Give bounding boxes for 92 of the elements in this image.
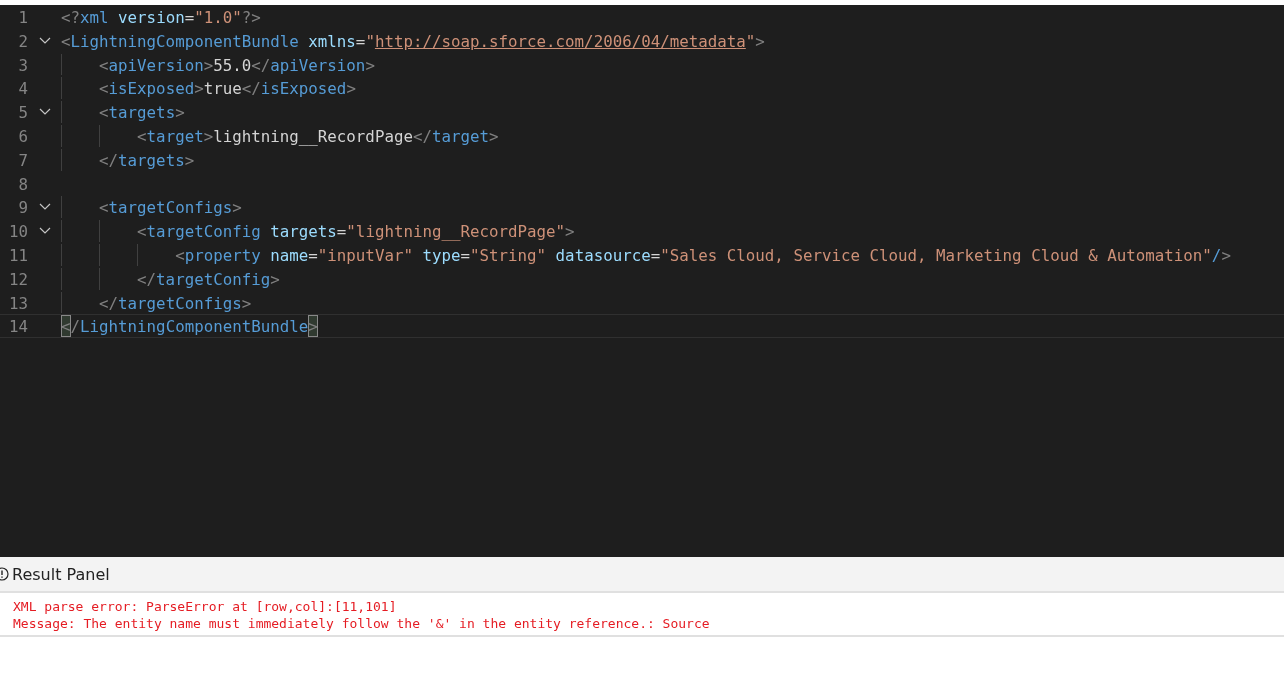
code-token: > bbox=[241, 292, 252, 314]
code-token: / bbox=[1211, 244, 1222, 266]
error-message: Message: The entity name must immediately follow the '&' in the entity reference.: Source bbox=[13, 615, 711, 632]
code-token: </ bbox=[241, 78, 261, 100]
code-token: name bbox=[269, 244, 309, 266]
code-token: version bbox=[117, 7, 185, 28]
code-token: > bbox=[203, 54, 214, 76]
code-token: target bbox=[431, 126, 490, 147]
code-token: type bbox=[421, 244, 461, 266]
code-token: targetConfigs bbox=[108, 197, 233, 219]
code-token: = bbox=[308, 244, 318, 266]
code-token: <? bbox=[61, 7, 81, 28]
line-number: 10 bbox=[7, 221, 28, 242]
line-number: 5 bbox=[17, 102, 28, 123]
code-token: < bbox=[98, 102, 109, 123]
code-token: targetConfigs bbox=[118, 292, 242, 314]
code-token: LightningComponentBundle bbox=[80, 316, 309, 338]
code-token: " bbox=[745, 30, 756, 52]
code-token: > bbox=[565, 221, 575, 242]
code-token: </ bbox=[251, 54, 271, 76]
line-number: 8 bbox=[17, 173, 28, 195]
code-token: > bbox=[365, 54, 375, 76]
panel-title: Result Panel bbox=[12, 564, 110, 584]
code-token: lightning__RecordPage bbox=[213, 126, 413, 147]
code-token: targetConfig bbox=[156, 268, 271, 290]
code-token: 55.0 bbox=[213, 54, 252, 76]
code-token: true bbox=[203, 78, 242, 100]
code-token: http://soap.sforce.com/2006/04/metadata bbox=[374, 30, 746, 52]
fold-chevron-icon[interactable] bbox=[38, 108, 51, 117]
code-token: </ bbox=[98, 292, 119, 314]
line-number: 2 bbox=[17, 30, 28, 52]
code-token: > bbox=[184, 149, 195, 171]
code-token: "inputVar" bbox=[317, 244, 413, 266]
line-number: 4 bbox=[17, 78, 28, 100]
fold-chevron-icon[interactable] bbox=[38, 203, 51, 212]
code-token: > bbox=[346, 78, 356, 100]
code-token: < bbox=[174, 244, 185, 266]
code-token: = bbox=[650, 244, 661, 266]
code-token: isExposed bbox=[108, 78, 195, 100]
code-token: > bbox=[175, 102, 185, 123]
error-message: XML parse error: ParseError at [row,col]:[11,101] bbox=[13, 598, 398, 615]
code-token: targets bbox=[118, 149, 185, 171]
code-token: > bbox=[1221, 244, 1231, 266]
code-token: = bbox=[184, 7, 195, 28]
code-token: = bbox=[355, 30, 366, 52]
code-token: targets bbox=[269, 221, 337, 242]
code-token: xml bbox=[80, 7, 109, 28]
line-number: 3 bbox=[17, 54, 28, 76]
code-token: > bbox=[489, 126, 499, 147]
line-number: 6 bbox=[17, 126, 28, 147]
code-token: targets bbox=[108, 102, 176, 123]
code-token: > bbox=[194, 78, 204, 100]
code-token: < bbox=[136, 221, 147, 242]
code-token: / bbox=[70, 316, 81, 338]
code-token: > bbox=[232, 197, 242, 219]
code-token: </ bbox=[136, 268, 157, 290]
code-token: > bbox=[755, 30, 765, 52]
code-token: " bbox=[365, 30, 375, 52]
code-token: ?> bbox=[241, 7, 261, 28]
code-token: < bbox=[61, 30, 71, 52]
code-token: targetConfig bbox=[146, 221, 261, 242]
code-token: < bbox=[136, 126, 147, 147]
code-token: "lightning__RecordPage" bbox=[346, 221, 566, 242]
line-number: 1 bbox=[17, 7, 28, 28]
code-token: > bbox=[203, 126, 214, 147]
code-token: "String" bbox=[470, 244, 547, 266]
code-token: = bbox=[336, 221, 347, 242]
line-number: 9 bbox=[17, 197, 28, 219]
code-token: = bbox=[460, 244, 470, 266]
code-token: datasource bbox=[554, 244, 651, 266]
code-token: target bbox=[146, 126, 204, 147]
fold-chevron-icon[interactable] bbox=[38, 227, 51, 236]
line-number: 12 bbox=[7, 268, 28, 290]
code-token: "1.0" bbox=[194, 7, 242, 28]
fold-chevron-icon[interactable] bbox=[38, 36, 51, 45]
code-token: isExposed bbox=[260, 78, 347, 100]
code-token: "Sales Cloud, Service Cloud, Marketing Cloud & Automation" bbox=[660, 244, 1212, 266]
line-number: 7 bbox=[17, 149, 28, 171]
line-number: 14 bbox=[7, 316, 28, 338]
code-token: LightningComponentBundle bbox=[70, 30, 299, 52]
code-token: < bbox=[98, 54, 109, 76]
code-token: </ bbox=[412, 126, 432, 147]
code-token: apiVersion bbox=[108, 54, 204, 76]
line-number: 13 bbox=[7, 292, 28, 314]
code-token: > bbox=[270, 268, 280, 290]
code-token: xmlns bbox=[307, 30, 356, 52]
code-token: property bbox=[184, 244, 261, 266]
code-token: </ bbox=[98, 149, 119, 171]
code-token: < bbox=[98, 197, 109, 219]
code-token: apiVersion bbox=[270, 54, 366, 76]
code-token: < bbox=[98, 78, 109, 100]
line-number: 11 bbox=[7, 244, 28, 266]
